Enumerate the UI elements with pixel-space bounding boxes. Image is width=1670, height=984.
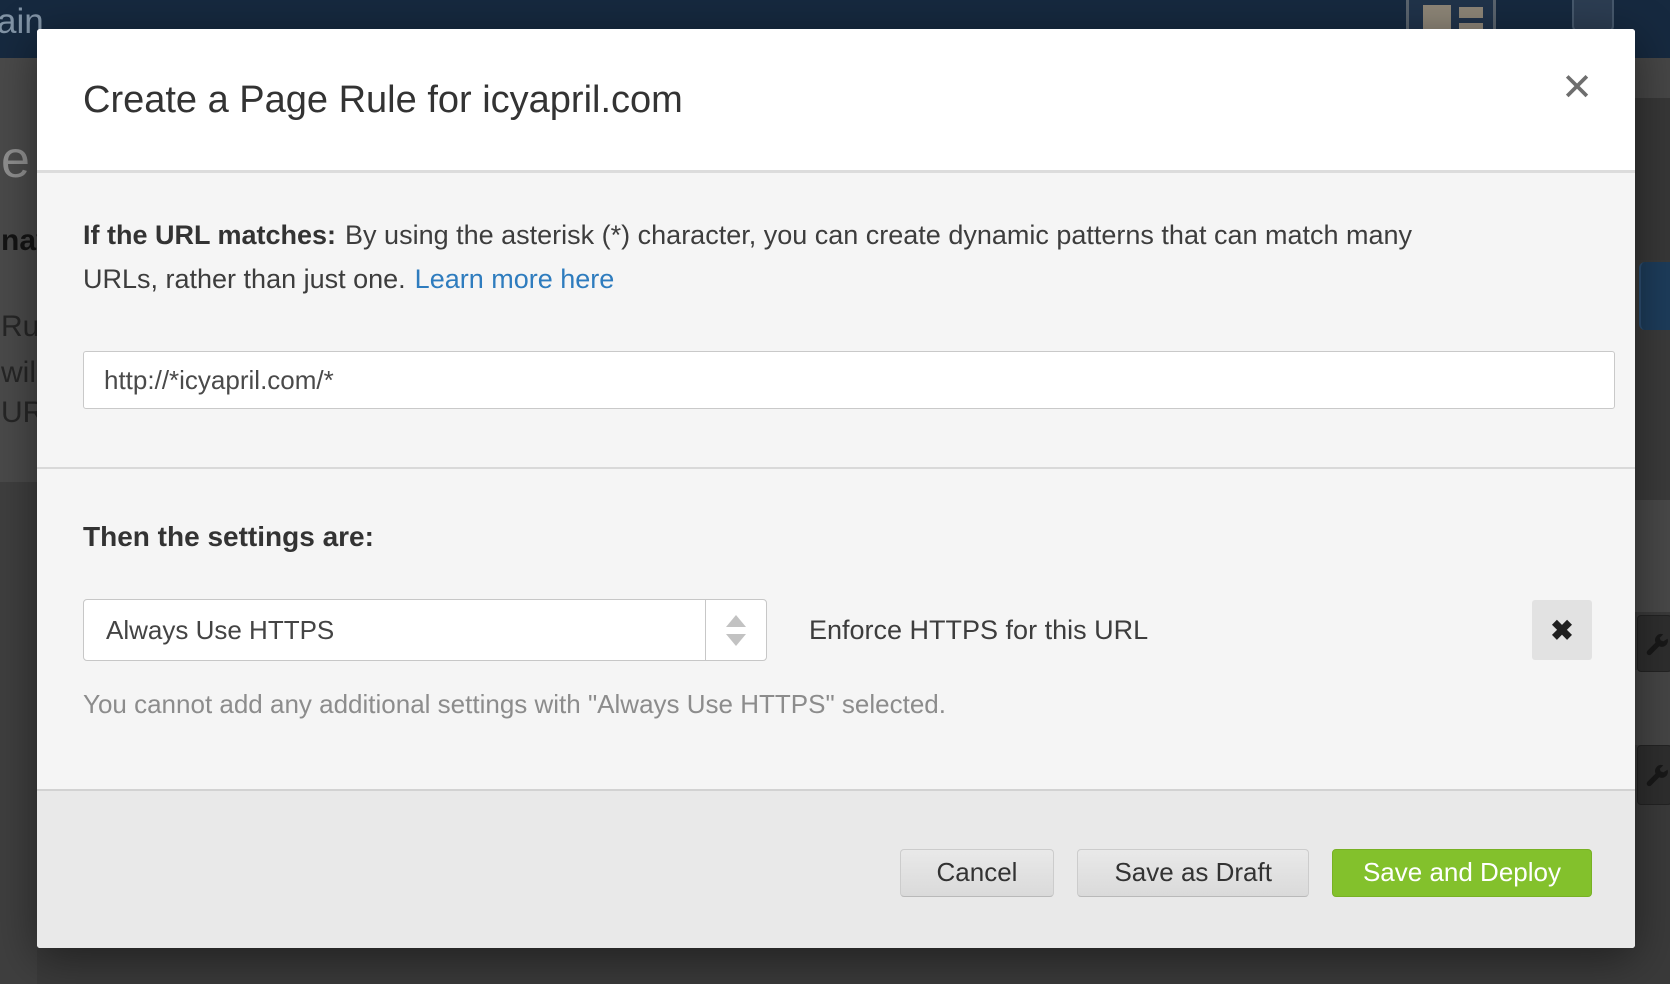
background-text-fragment: e	[1, 130, 30, 190]
page-rule-modal: Create a Page Rule for icyapril.com ✕ If…	[37, 29, 1635, 948]
settings-note: You cannot add any additional settings w…	[83, 689, 1592, 720]
remove-setting-button[interactable]: ✖	[1532, 600, 1592, 660]
background-text-fragment: Ru	[1, 310, 37, 344]
close-icon: ✕	[1561, 67, 1593, 109]
wrench-icon	[1644, 631, 1670, 657]
remove-icon: ✖	[1550, 615, 1573, 646]
background-text-fragment: nav	[1, 224, 37, 258]
layout-icon-bar	[1459, 7, 1483, 18]
save-draft-button[interactable]: Save as Draft	[1077, 849, 1309, 897]
spinner-down-icon	[726, 634, 746, 646]
background-left-strip-lower	[0, 482, 37, 984]
settings-heading: Then the settings are:	[83, 521, 1592, 553]
background-wrench-button	[1637, 745, 1670, 805]
cancel-button[interactable]: Cancel	[900, 849, 1055, 897]
background-left-strip: e nav Ru will UR	[0, 58, 37, 482]
url-match-description: If the URL matches:By using the asterisk…	[83, 213, 1478, 301]
url-pattern-input[interactable]	[83, 351, 1615, 409]
setting-select[interactable]: Always Use HTTPS	[83, 599, 767, 661]
learn-more-link[interactable]: Learn more here	[415, 264, 615, 294]
spinner-up-icon	[726, 615, 746, 627]
url-match-section: If the URL matches:By using the asterisk…	[37, 173, 1635, 469]
background-right-strip	[1635, 98, 1670, 260]
settings-section: Then the settings are: Always Use HTTPS …	[37, 469, 1635, 789]
background-blue-button-fragment	[1639, 262, 1670, 330]
wrench-icon	[1644, 762, 1670, 788]
background-button-fragment	[1572, 0, 1614, 32]
background-text-fragment: UR	[1, 396, 37, 430]
background-text-fragment: will	[1, 356, 37, 390]
setting-description: Enforce HTTPS for this URL	[809, 615, 1148, 646]
modal-footer: Cancel Save as Draft Save and Deploy	[37, 789, 1635, 948]
background-right-strip	[1635, 670, 1670, 745]
setting-select-value: Always Use HTTPS	[84, 615, 705, 646]
close-button[interactable]: ✕	[1557, 65, 1597, 111]
modal-header: Create a Page Rule for icyapril.com ✕	[37, 29, 1635, 173]
background-wrench-button	[1637, 615, 1670, 672]
background-right-strip	[1635, 58, 1670, 98]
url-match-label: If the URL matches:	[83, 220, 336, 250]
background-right-strip	[1635, 500, 1670, 612]
select-spinner	[705, 600, 766, 660]
modal-title: Create a Page Rule for icyapril.com	[83, 79, 683, 122]
save-deploy-button[interactable]: Save and Deploy	[1332, 849, 1592, 897]
setting-row: Always Use HTTPS Enforce HTTPS for this …	[83, 599, 1592, 661]
